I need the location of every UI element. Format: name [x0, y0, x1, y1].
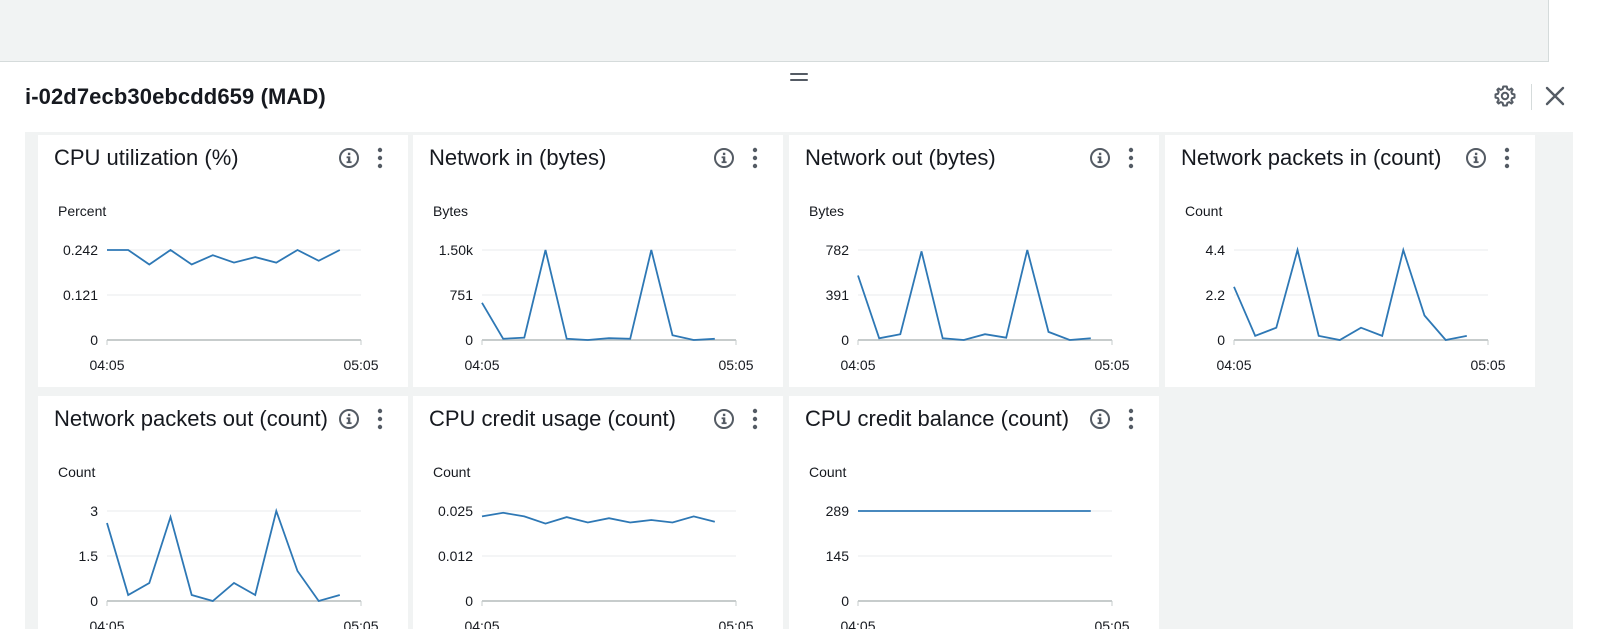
x-tick-label: 05:05	[1470, 357, 1505, 373]
close-icon	[1545, 86, 1565, 106]
header-divider	[1531, 84, 1532, 110]
metric-widget: Network in (bytes) Bytes 1.50k 751 0 04:05 05:…	[413, 135, 783, 387]
more-vertical-icon[interactable]	[372, 407, 388, 431]
y-axis-label: Count	[433, 464, 470, 480]
y-tick-label: 1.50k	[439, 242, 474, 258]
widget-grid: CPU utilization (%) Percent 0.242 0.121 0 04:…	[25, 132, 1573, 629]
widget-title: CPU credit usage (count)	[429, 406, 676, 431]
x-tick-label: 05:05	[343, 618, 378, 629]
metric-widget: Network out (bytes) Bytes 782 391 0 04:05 05:0…	[789, 135, 1159, 387]
more-vertical-icon[interactable]	[747, 146, 763, 170]
x-tick-label: 05:05	[1094, 618, 1129, 629]
widget-title: CPU credit balance (count)	[805, 406, 1070, 431]
x-tick-label: 05:05	[718, 357, 753, 373]
y-tick-label: 0.121	[63, 287, 98, 303]
y-tick-label: 145	[826, 548, 850, 564]
settings-button[interactable]	[1491, 82, 1519, 110]
more-vertical-icon[interactable]	[1499, 146, 1515, 170]
panel-title: i-02d7ecb30ebcdd659 (MAD)	[25, 84, 326, 109]
y-axis-label: Count	[58, 464, 95, 480]
more-vertical-icon[interactable]	[747, 407, 763, 431]
y-tick-label: 391	[826, 287, 850, 303]
y-tick-label: 0.012	[438, 548, 473, 564]
y-tick-label: 0	[841, 332, 849, 348]
line-chart: Bytes 782 391 0 04:05 05:05	[809, 203, 1130, 373]
y-tick-label: 0	[90, 332, 98, 348]
metric-widget: CPU credit balance (count) Count 289 145 0 04…	[789, 396, 1159, 629]
line-chart: Percent 0.242 0.121 0 04:05 05:05	[58, 203, 379, 373]
more-vertical-icon[interactable]	[1123, 407, 1139, 431]
y-tick-label: 4.4	[1206, 242, 1226, 258]
y-tick-label: 0.025	[438, 503, 473, 519]
y-tick-label: 0	[1217, 332, 1225, 348]
top-bar	[0, 0, 1549, 62]
y-axis-label: Count	[809, 464, 846, 480]
line-chart: Count 0.025 0.012 0 04:05 05:05	[433, 464, 754, 629]
y-axis-label: Percent	[58, 203, 106, 219]
y-tick-label: 1.5	[79, 548, 99, 564]
series-line	[481, 511, 716, 525]
x-tick-label: 05:05	[718, 618, 753, 629]
widget-title: Network packets in (count)	[1181, 145, 1442, 170]
x-tick-label: 04:05	[89, 618, 124, 629]
more-vertical-icon[interactable]	[372, 146, 388, 170]
x-tick-label: 05:05	[1094, 357, 1129, 373]
line-chart: Count 3 1.5 0 04:05 05:05	[58, 464, 379, 629]
info-icon[interactable]	[337, 146, 361, 170]
line-chart: Count 289 145 0 04:05 05:05	[809, 464, 1130, 629]
info-icon[interactable]	[1464, 146, 1488, 170]
info-icon[interactable]	[712, 146, 736, 170]
y-tick-label: 0	[90, 593, 98, 609]
y-axis-label: Count	[1185, 203, 1222, 219]
y-tick-label: 289	[826, 503, 850, 519]
y-tick-label: 0	[465, 593, 473, 609]
widget-title: Network in (bytes)	[429, 145, 607, 170]
widget-title: Network out (bytes)	[805, 145, 996, 170]
series-line	[107, 248, 341, 266]
x-tick-label: 04:05	[89, 357, 124, 373]
metric-widget: Network packets out (count) Count 3 1.5 0 04:…	[38, 396, 408, 629]
x-tick-label: 04:05	[1216, 357, 1251, 373]
info-icon[interactable]	[1088, 407, 1112, 431]
close-button[interactable]	[1541, 82, 1569, 110]
line-chart: Bytes 1.50k 751 0 04:05 05:05	[433, 203, 754, 373]
metric-widget: CPU credit usage (count) Count 0.025 0.012 0…	[413, 396, 783, 629]
x-tick-label: 04:05	[464, 357, 499, 373]
info-icon[interactable]	[337, 407, 361, 431]
y-axis-label: Bytes	[433, 203, 468, 219]
y-tick-label: 751	[450, 287, 474, 303]
drag-handle-icon[interactable]	[790, 70, 808, 84]
widget-title: CPU utilization (%)	[54, 145, 239, 170]
y-tick-label: 0.242	[63, 242, 98, 258]
y-tick-label: 0	[465, 332, 473, 348]
info-icon[interactable]	[712, 407, 736, 431]
x-tick-label: 05:05	[343, 357, 378, 373]
y-tick-label: 3	[90, 503, 98, 519]
metrics-panel: i-02d7ecb30ebcdd659 (MAD) CPU utilizatio…	[0, 62, 1600, 629]
y-tick-label: 782	[826, 242, 850, 258]
x-tick-label: 04:05	[464, 618, 499, 629]
y-tick-label: 0	[841, 593, 849, 609]
metric-widget: Network packets in (count) Count 4.4 2.2 0 04…	[1165, 135, 1535, 387]
more-vertical-icon[interactable]	[1123, 146, 1139, 170]
y-tick-label: 2.2	[1206, 287, 1226, 303]
info-icon[interactable]	[1088, 146, 1112, 170]
x-tick-label: 04:05	[840, 357, 875, 373]
y-axis-label: Bytes	[809, 203, 844, 219]
x-tick-label: 04:05	[840, 618, 875, 629]
gear-icon	[1494, 85, 1516, 107]
widget-title: Network packets out (count)	[54, 406, 328, 431]
line-chart: Count 4.4 2.2 0 04:05 05:05	[1185, 203, 1506, 373]
metric-widget: CPU utilization (%) Percent 0.242 0.121 0 04:…	[38, 135, 408, 387]
